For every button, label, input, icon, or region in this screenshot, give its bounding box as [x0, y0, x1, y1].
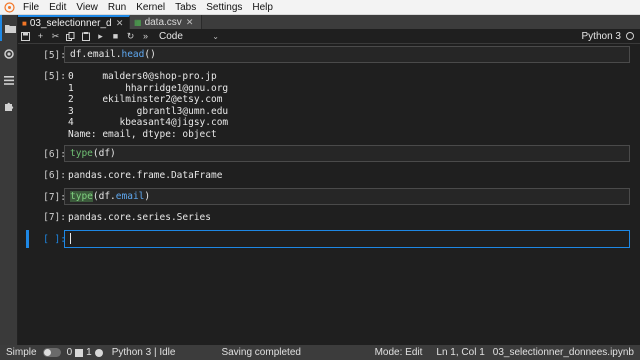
commands-icon[interactable] — [0, 67, 18, 93]
jupyterlab-window: File Edit View Run Kernel Tabs Settings … — [0, 0, 640, 360]
add-cell-icon[interactable]: + — [33, 29, 48, 44]
code-method: head — [121, 49, 145, 60]
tab-bar: ■ 03_selectionner_de ✕ ▦ data.csv ✕ — [18, 15, 640, 29]
code-text: () — [144, 49, 156, 60]
menu-tabs[interactable]: Tabs — [170, 0, 201, 15]
tab-notebook[interactable]: ■ 03_selectionner_de ✕ — [18, 15, 130, 29]
kernel-name[interactable]: Python 3 — [582, 31, 621, 42]
folder-icon[interactable] — [0, 15, 18, 41]
kernel-status[interactable]: Python 3 | Idle — [112, 347, 176, 358]
menu-edit[interactable]: Edit — [44, 0, 71, 15]
menu-run[interactable]: Run — [103, 0, 131, 15]
close-icon[interactable]: ✕ — [186, 17, 194, 28]
input-prompt: [7]: — [43, 192, 66, 203]
chevron-down-icon: ⌄ — [212, 31, 219, 41]
tab-title: data.csv — [144, 16, 182, 28]
menu-file[interactable]: File — [18, 0, 44, 15]
code-input[interactable] — [64, 230, 630, 248]
status-bar: Simple 0 1 Python 3 | Idle Saving comple… — [0, 345, 640, 360]
code-builtin: type — [70, 191, 93, 202]
run-icon[interactable]: ▸ — [93, 29, 108, 44]
code-input[interactable]: type(df) — [64, 145, 630, 162]
close-icon[interactable]: ✕ — [116, 18, 124, 29]
terminal-icon[interactable] — [75, 348, 84, 357]
kernel-count: 1 — [86, 347, 92, 358]
notebook-filename: 03_selectionner_donnees.ipynb — [492, 347, 634, 358]
menu-kernel[interactable]: Kernel — [131, 0, 170, 15]
simple-mode-toggle[interactable] — [42, 348, 61, 357]
extensions-puzzle-icon[interactable] — [0, 93, 18, 119]
code-builtin: type — [70, 148, 93, 159]
edit-mode: Mode: Edit — [374, 347, 423, 358]
code-text: ) — [144, 191, 151, 202]
output-prompt: [7]: — [43, 212, 66, 223]
stop-icon[interactable]: ■ — [108, 29, 123, 44]
restart-icon[interactable]: ↻ — [123, 29, 138, 44]
kernel-status-icon — [626, 32, 634, 40]
menu-bar: File Edit View Run Kernel Tabs Settings … — [0, 0, 640, 15]
input-prompt: [ ]: — [43, 234, 66, 245]
cell-output: 0 malders0@shop-pro.jp 1 hharridge1@gnu.… — [68, 71, 229, 140]
copy-icon[interactable] — [63, 29, 78, 44]
fast-forward-icon[interactable]: » — [138, 29, 153, 44]
save-icon[interactable] — [18, 29, 33, 44]
notebook-toolbar: + ✂ ▸ ■ ↻ » Code ⌄ Python 3 — [18, 29, 640, 44]
tab-data-csv[interactable]: ▦ data.csv ✕ — [130, 15, 202, 29]
text-cursor — [70, 233, 71, 244]
code-attribute: email — [115, 191, 145, 202]
cut-icon[interactable]: ✂ — [48, 29, 63, 44]
code-text: (df) — [92, 148, 116, 159]
notebook-panel[interactable]: [5]: df.email.head() [5]: 0 malders0@sho… — [18, 44, 640, 345]
left-sidebar — [0, 15, 18, 345]
input-prompt: [5]: — [43, 50, 66, 61]
cell-output: pandas.core.frame.DataFrame — [68, 170, 223, 181]
menu-view[interactable]: View — [71, 0, 103, 15]
cell-output: pandas.core.series.Series — [68, 212, 211, 223]
menu-help[interactable]: Help — [247, 0, 278, 15]
code-text: (df. — [92, 191, 116, 202]
cell-type-select[interactable]: Code ⌄ — [159, 31, 219, 42]
kernel-icon[interactable] — [94, 348, 103, 357]
output-prompt: [6]: — [43, 170, 66, 181]
code-text: df.email. — [70, 49, 122, 60]
input-prompt: [6]: — [43, 149, 66, 160]
code-input[interactable]: type(df.email) — [64, 188, 630, 205]
code-input[interactable]: df.email.head() — [64, 46, 630, 63]
terminal-count: 0 — [66, 347, 73, 358]
save-status: Saving completed — [221, 347, 301, 358]
jupyter-logo-icon — [0, 0, 18, 15]
running-kernels-icon[interactable] — [0, 41, 18, 67]
cell-type-value: Code — [159, 30, 183, 42]
notebook-icon: ■ — [22, 18, 27, 28]
csv-icon: ▦ — [134, 17, 142, 27]
menu-settings[interactable]: Settings — [201, 0, 247, 15]
output-prompt: [5]: — [43, 71, 66, 82]
paste-icon[interactable] — [78, 29, 93, 44]
cursor-position[interactable]: Ln 1, Col 1 — [436, 347, 484, 358]
tab-title: 03_selectionner_de — [29, 17, 112, 29]
simple-mode-label: Simple — [6, 347, 37, 358]
